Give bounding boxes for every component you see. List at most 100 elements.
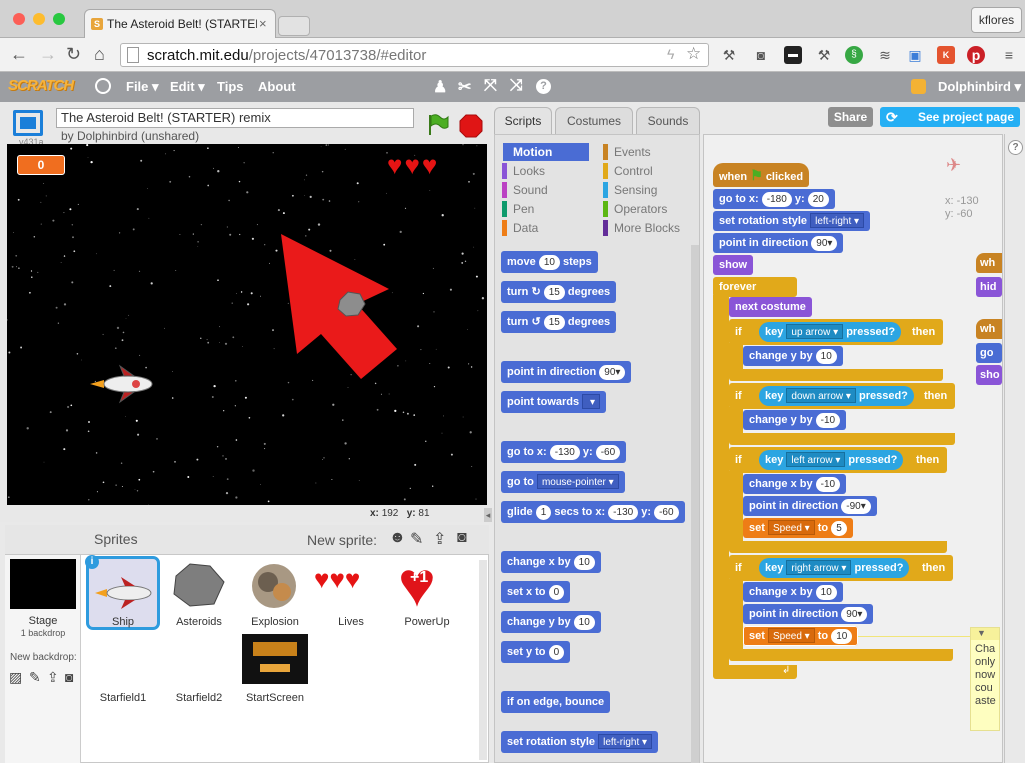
block-change-x[interactable]: change x by 10 <box>501 551 601 573</box>
script-next-costume[interactable]: next costume <box>729 297 812 317</box>
block-point-towards[interactable]: point towards ▾ <box>501 391 606 413</box>
sprite-library-icon[interactable]: ☻ <box>389 529 406 547</box>
script-change-x-left[interactable]: change x by -10 <box>743 474 847 494</box>
script-help-icon[interactable]: ? <box>1008 140 1023 155</box>
category-events[interactable]: Events <box>606 143 692 161</box>
url-bar[interactable]: scratch.mit.edu/projects/47013738/#edito… <box>120 43 709 67</box>
script-set-speed-left[interactable]: set Speed ▾ to 5 <box>743 518 853 538</box>
language-globe-icon[interactable] <box>95 78 111 94</box>
script-point-dir-left[interactable]: point in direction -90▾ <box>743 496 877 516</box>
partial-goto-block[interactable]: go <box>976 343 1002 363</box>
project-title-input[interactable]: The Asteroid Belt! (STARTER) remix <box>56 108 414 128</box>
script-if-right[interactable]: if <box>729 558 748 578</box>
sprite-info-icon[interactable]: i <box>85 555 99 569</box>
about-menu[interactable]: About <box>258 79 296 94</box>
script-if-left[interactable]: if <box>729 450 748 470</box>
help-icon[interactable]: ? <box>536 79 551 94</box>
sensing-key-left[interactable]: key left arrow ▾ pressed? <box>759 450 904 470</box>
block-goto[interactable]: go to mouse-pointer ▾ <box>501 471 625 493</box>
script-show[interactable]: show <box>713 255 754 275</box>
reload-icon[interactable]: ↻ <box>66 45 81 63</box>
block-move[interactable]: move 10 steps <box>501 251 598 273</box>
account-menu[interactable]: Dolphinbird ▾ <box>938 79 1021 95</box>
script-change-x-right[interactable]: change x by 10 <box>743 582 843 602</box>
script-goto-xy[interactable]: go to x: -180 y: 20 <box>713 189 835 209</box>
share-button[interactable]: Share <box>828 107 873 127</box>
backdrop-camera-icon[interactable]: ◙ <box>65 669 73 685</box>
see-project-page-button[interactable]: ⟳ See project page <box>880 107 1020 127</box>
tools-icon[interactable]: ⚒ <box>815 46 833 64</box>
partial-hat-block-2[interactable]: wh <box>976 319 1002 339</box>
cut-scissors-icon[interactable]: ✂ <box>458 77 471 97</box>
paint-brush-icon[interactable]: ✎ <box>410 529 423 549</box>
scratch-logo[interactable]: SCRATCH <box>8 77 74 94</box>
edit-menu[interactable]: Edit ▾ <box>170 79 205 95</box>
partial-show-block[interactable]: sho <box>976 365 1002 385</box>
palette-scrollbar[interactable] <box>691 245 699 763</box>
menu-icon[interactable]: ≡ <box>1000 46 1018 64</box>
backdrop-paint-icon[interactable]: ✎ <box>29 669 41 686</box>
klout-icon[interactable]: K <box>937 46 955 64</box>
category-sensing[interactable]: Sensing <box>606 181 692 199</box>
pocket-icon[interactable]: ◙ <box>752 46 770 64</box>
sprites-scrollbar[interactable] <box>479 560 487 760</box>
sprite-name-starfield2[interactable]: Starfield2 <box>159 692 239 704</box>
script-rotation-style[interactable]: set rotation style left-right ▾ <box>713 211 871 231</box>
tab-close-icon[interactable]: × <box>259 16 267 31</box>
script-forever[interactable]: forever <box>713 277 762 297</box>
camera-icon[interactable]: ◙ <box>457 529 467 547</box>
block-turn-ccw[interactable]: turn ↺ 15 degrees <box>501 311 617 333</box>
category-data[interactable]: Data <box>505 219 591 237</box>
sensing-key-right[interactable]: key right arrow ▾ pressed? <box>759 558 910 578</box>
minimize-window-button[interactable] <box>33 13 45 25</box>
script-if-up[interactable]: if <box>729 322 748 342</box>
script-change-y-down[interactable]: change y by -10 <box>743 410 847 430</box>
script-point-dir-right[interactable]: point in direction 90▾ <box>743 604 874 624</box>
my-stuff-folder-icon[interactable] <box>911 79 926 94</box>
close-window-button[interactable] <box>13 13 25 25</box>
upload-icon[interactable]: ⇪ <box>433 529 446 549</box>
sensing-key-down[interactable]: key down arrow ▾ pressed? <box>759 386 914 406</box>
category-more-blocks[interactable]: More Blocks <box>606 219 692 237</box>
screenshot-icon[interactable]: ▣ <box>906 46 924 64</box>
block-bounce[interactable]: if on edge, bounce <box>501 691 611 713</box>
category-pen[interactable]: Pen <box>505 200 591 218</box>
explosion-thumbnail[interactable] <box>246 558 302 614</box>
script-point-direction[interactable]: point in direction 90▾ <box>713 233 844 253</box>
layers-icon[interactable]: ≋ <box>876 46 894 64</box>
startscreen-thumbnail[interactable] <box>242 634 308 684</box>
sprite-name-starfield1[interactable]: Starfield1 <box>83 692 163 704</box>
grow-icon[interactable]: ⤧ <box>484 77 497 95</box>
category-operators[interactable]: Operators <box>606 200 692 218</box>
block-turn-cw[interactable]: turn ↻ 15 degrees <box>501 281 617 303</box>
category-sound[interactable]: Sound <box>505 181 591 199</box>
shrink-icon[interactable]: ⤨ <box>510 77 523 95</box>
block-goto-xy[interactable]: go to x: -130 y: -60 <box>501 441 627 463</box>
partial-hide-block[interactable]: hid <box>976 277 1002 297</box>
lives-thumbnail[interactable]: ♥♥♥ <box>314 564 360 595</box>
tab-scripts[interactable]: Scripts <box>494 107 552 135</box>
stop-sign-icon[interactable] <box>459 114 483 138</box>
script-set-speed-right[interactable]: set Speed ▾ to 10 <box>743 626 859 646</box>
forward-icon[interactable]: → <box>39 45 57 63</box>
block-point-direction[interactable]: point in direction 90▾ <box>501 361 632 383</box>
back-icon[interactable]: ← <box>10 45 28 63</box>
backdrop-library-icon[interactable]: ▨ <box>9 669 22 686</box>
category-control[interactable]: Control <box>606 162 692 180</box>
stage-collapse-toggle[interactable]: ◂ <box>484 508 492 522</box>
wrench-icon[interactable]: ⚒ <box>720 46 738 64</box>
zoom-window-button[interactable] <box>53 13 65 25</box>
fullscreen-icon[interactable] <box>13 110 43 136</box>
block-when-flag-clicked[interactable]: when ⚑ clicked <box>713 163 810 187</box>
browser-tab[interactable]: S The Asteroid Belt! (STARTER × <box>84 9 276 38</box>
pinterest-icon[interactable]: p <box>967 46 985 64</box>
block-change-y[interactable]: change y by 10 <box>501 611 601 633</box>
category-motion[interactable]: Motion <box>505 143 591 161</box>
asteroids-thumbnail[interactable] <box>170 560 228 610</box>
script-change-y-up[interactable]: change y by 10 <box>743 346 843 366</box>
home-icon[interactable]: ⌂ <box>94 45 105 63</box>
block-set-x[interactable]: set x to 0 <box>501 581 571 603</box>
partial-hat-block-1[interactable]: wh <box>976 253 1002 273</box>
file-menu[interactable]: File ▾ <box>126 79 159 95</box>
stage-thumbnail[interactable] <box>10 559 76 609</box>
